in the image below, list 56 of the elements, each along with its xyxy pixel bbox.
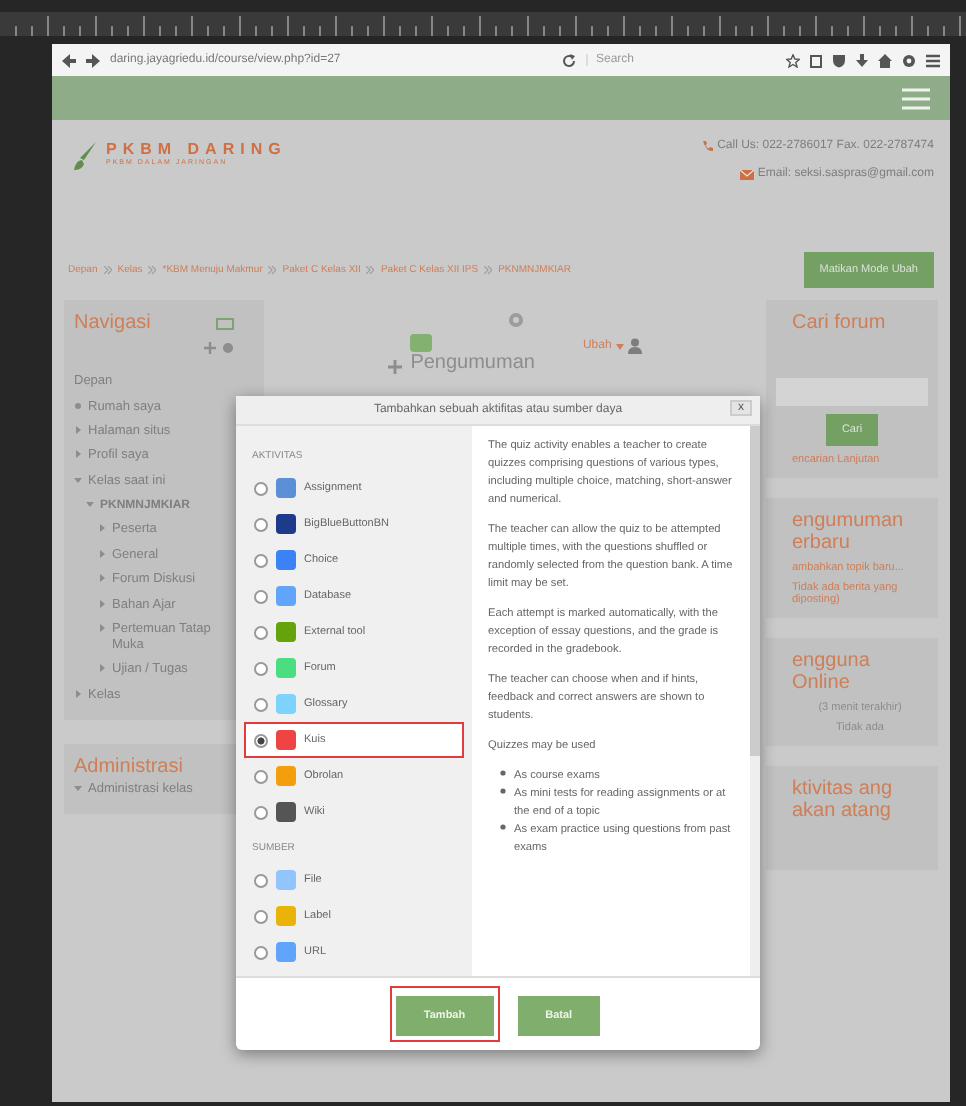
menu-icon[interactable] [926,53,940,67]
collapsed-arrow-icon [98,599,106,608]
radio-button[interactable] [254,661,268,675]
radio-button[interactable] [254,589,268,603]
bullet-icon [500,770,506,776]
collapsed-arrow-icon [98,623,106,632]
bullet-icon [74,401,82,410]
bullet-icon [500,788,506,794]
collapsed-arrow-icon [74,450,82,459]
collapsed-arrow-icon [98,664,106,673]
reload-icon[interactable] [562,53,576,67]
radio-button[interactable] [254,873,268,887]
block-title: engumuman erbaru [790,510,906,554]
forum-icon [410,334,433,352]
radio-button[interactable] [254,481,268,495]
collapsed-arrow-icon [74,689,82,698]
radio-button[interactable] [254,625,268,639]
radio-button[interactable] [254,769,268,783]
user-icon[interactable] [627,338,642,354]
collapsed-arrow-icon [98,524,106,533]
block-title: engguna Online [790,650,872,694]
chevron-icon [103,266,112,274]
radio-button[interactable] [254,945,268,959]
radio-button[interactable] [254,909,268,923]
chevron-icon [148,266,157,274]
radio-button[interactable] [254,733,268,747]
chevron-icon [484,266,493,274]
brush-logo-icon [72,140,100,172]
back-icon[interactable] [62,53,76,67]
radio-button[interactable] [254,517,268,531]
radio-button[interactable] [254,553,268,567]
caret-icon [615,343,624,349]
move-icon[interactable] [388,360,403,374]
collapsed-arrow-icon [98,549,106,558]
block-title: Cari forum [790,312,888,334]
activity-title[interactable]: Pengumuman [410,352,535,374]
shield-icon[interactable] [832,53,846,67]
radio-button[interactable] [254,697,268,711]
site-title: PKBM DARING [106,140,287,158]
phone-icon [701,140,714,152]
home-icon[interactable] [878,53,892,67]
download-icon[interactable] [856,53,868,67]
bullet-icon [500,824,506,830]
collapsed-arrow-icon [74,425,82,434]
star-icon[interactable] [786,53,800,67]
forward-icon[interactable] [86,53,100,67]
block-title: Navigasi [74,312,151,334]
chevron-icon [366,266,375,274]
scrollbar[interactable] [750,426,760,976]
block-title: Administrasi [74,755,183,778]
block-title: ktivitas ang akan atang [790,778,895,822]
collapsed-arrow-icon [98,574,106,583]
radio-button[interactable] [254,805,268,819]
move-icon[interactable] [204,342,216,354]
envelope-icon [739,169,754,179]
chevron-icon [268,266,277,274]
